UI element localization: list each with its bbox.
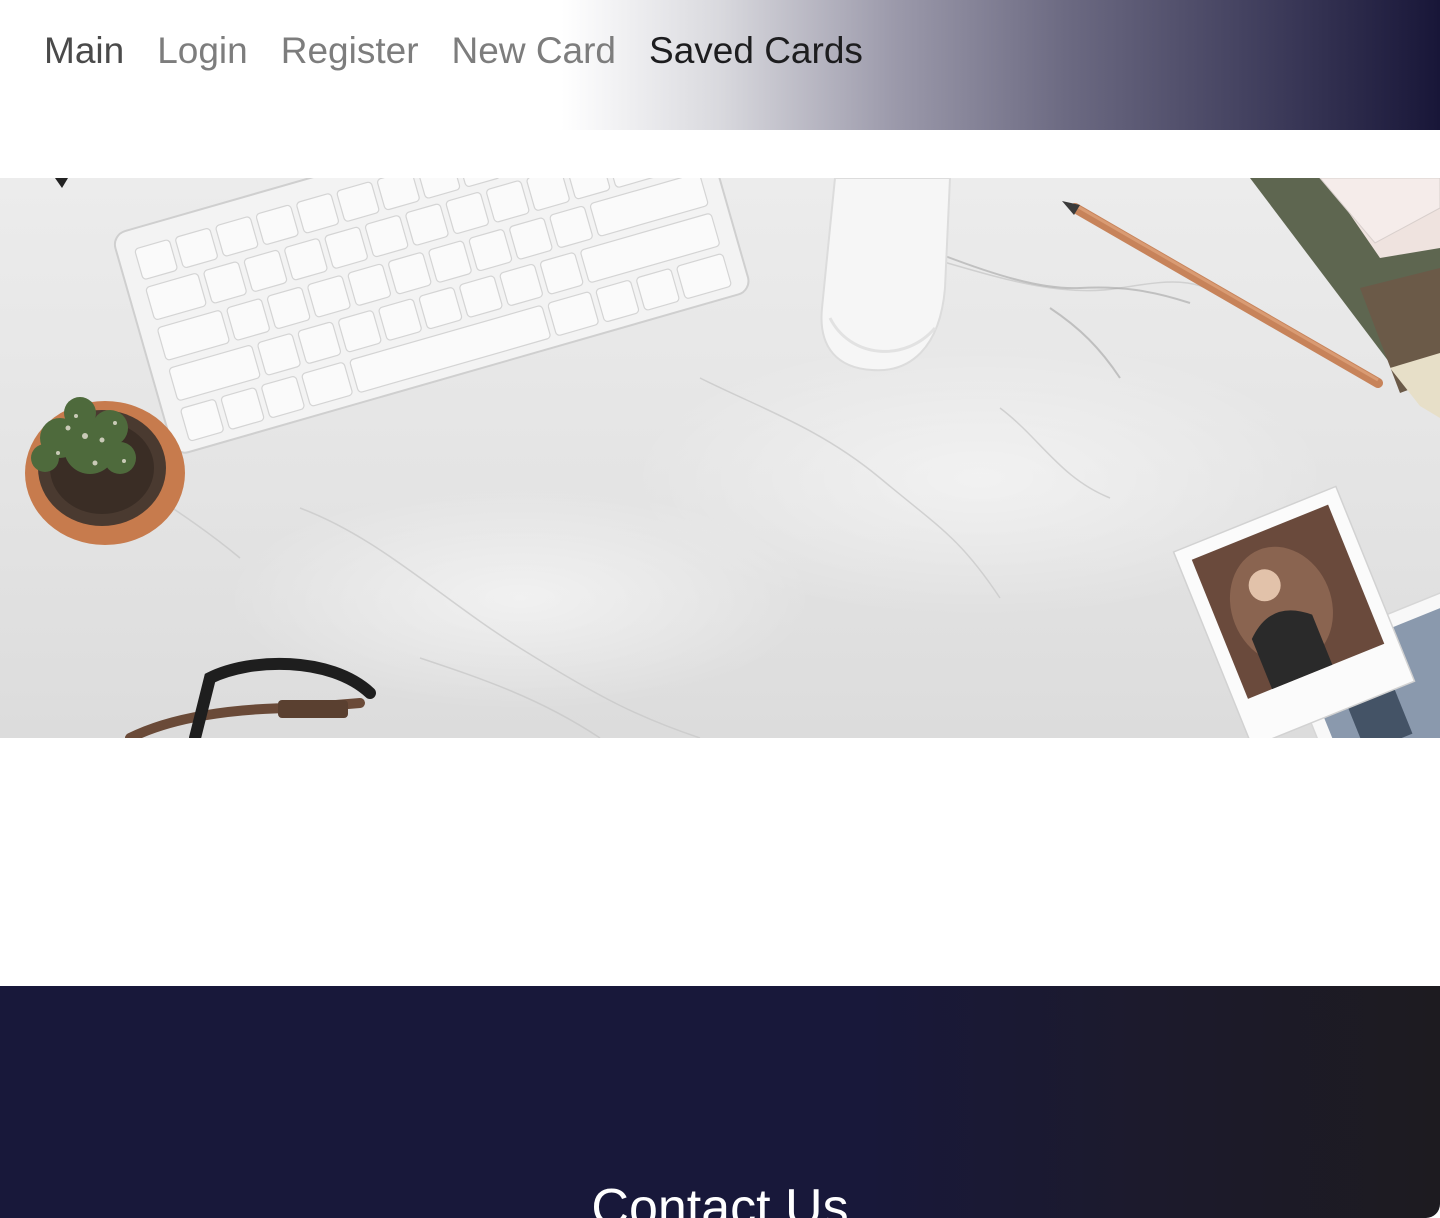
nav-item-register: Register bbox=[281, 28, 419, 74]
keyboard bbox=[113, 178, 750, 454]
nav-link-saved-cards[interactable]: Saved Cards bbox=[649, 30, 863, 71]
footer: Contact Us bbox=[0, 986, 1440, 1218]
pen-tip bbox=[55, 178, 68, 188]
marble-veins-dark bbox=[944, 255, 1191, 379]
nav-list: Main Login Register New Card Saved Cards bbox=[44, 28, 863, 74]
polaroid-photos bbox=[1172, 485, 1440, 738]
nav-item-main: Main bbox=[44, 28, 124, 74]
nav-item-login: Login bbox=[157, 28, 248, 74]
nav-item-new-card: New Card bbox=[452, 28, 617, 74]
camera-strap bbox=[125, 657, 376, 738]
nav-link-new-card[interactable]: New Card bbox=[452, 30, 617, 71]
contact-us-heading: Contact Us bbox=[591, 1179, 849, 1218]
nav-item-saved-cards: Saved Cards bbox=[649, 28, 863, 74]
nav-link-register[interactable]: Register bbox=[281, 30, 419, 71]
marble-desk-illustration bbox=[25, 178, 1440, 738]
hero-banner-image bbox=[0, 178, 1440, 738]
nav-link-main[interactable]: Main bbox=[44, 30, 124, 71]
nav-link-login[interactable]: Login bbox=[157, 30, 248, 71]
mouse bbox=[820, 178, 952, 372]
cactus-pot bbox=[25, 397, 185, 545]
notebooks bbox=[1250, 178, 1440, 418]
top-navbar: Main Login Register New Card Saved Cards bbox=[0, 0, 1440, 130]
